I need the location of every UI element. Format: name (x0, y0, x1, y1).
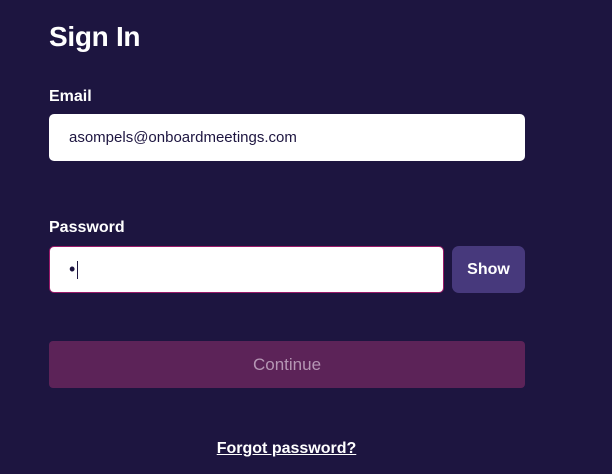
continue-button[interactable]: Continue (49, 341, 525, 388)
email-label: Email (49, 88, 92, 105)
page-title: Sign In (49, 21, 141, 52)
password-value: • (69, 247, 79, 291)
email-field[interactable]: asompels@onboardmeetings.com (49, 114, 525, 161)
show-password-button[interactable]: Show (452, 246, 525, 293)
email-value: asompels@onboardmeetings.com (69, 129, 297, 146)
password-mask: • (69, 259, 76, 279)
sign-in-screen: Sign In Email asompels@onboardmeetings.c… (0, 0, 612, 474)
password-field[interactable]: • (49, 246, 444, 293)
text-cursor (77, 261, 79, 280)
forgot-password-link[interactable]: Forgot password? (0, 438, 573, 460)
password-label: Password (49, 219, 125, 236)
